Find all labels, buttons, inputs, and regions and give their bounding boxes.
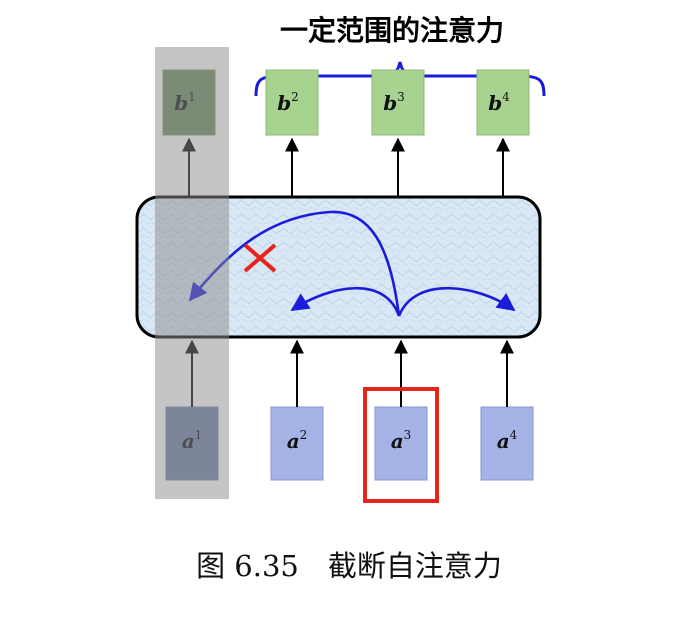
diagram-canvas: 一定范围的注意力 b1 b2 b3 b4 a1 a2 a3 a4 图 6.35 … [135, 14, 546, 583]
diagram-title: 一定范围的注意力 [280, 14, 504, 47]
diagram: 一定范围的注意力 b1 b2 b3 b4 a1 a2 a3 a4 图 6.35 … [0, 0, 699, 628]
masked-column [155, 47, 229, 499]
figure-caption: 图 6.35 截断自注意力 [196, 549, 502, 583]
